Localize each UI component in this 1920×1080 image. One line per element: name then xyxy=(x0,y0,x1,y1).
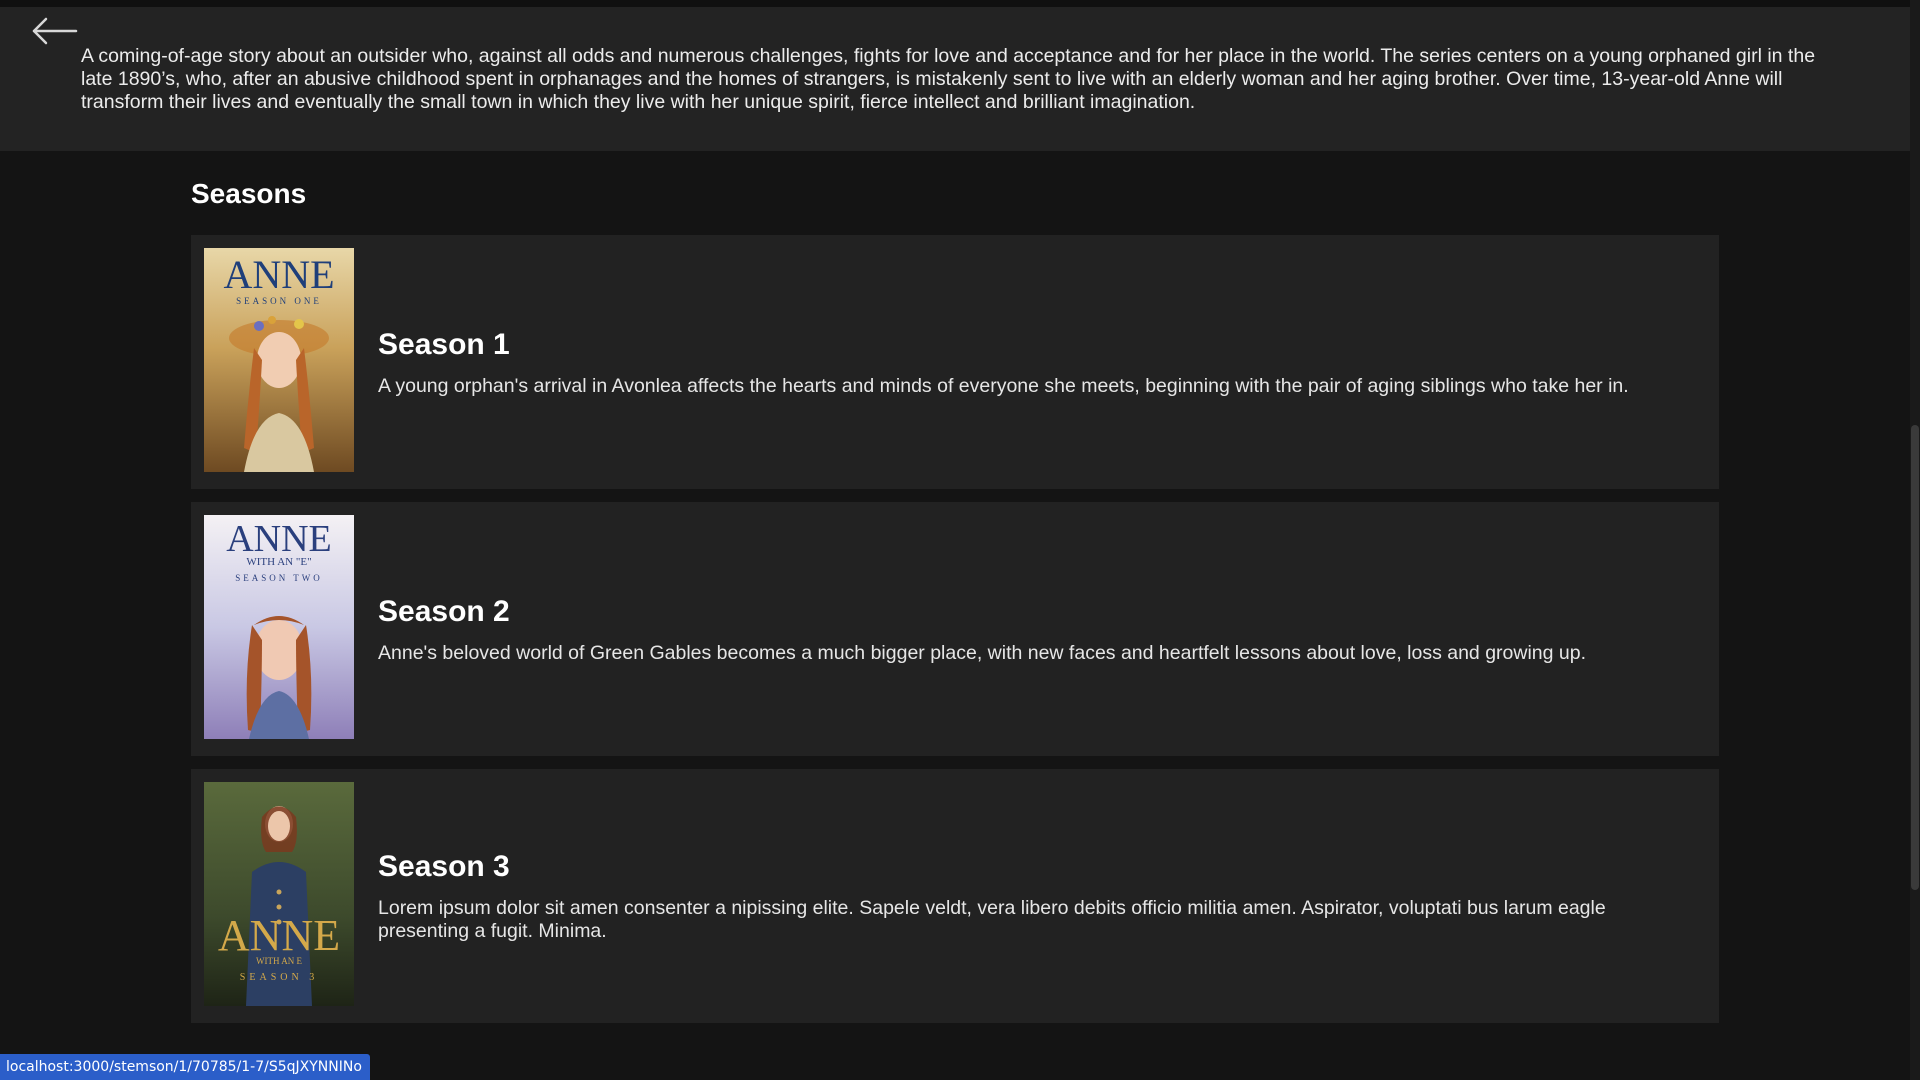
season-2-poster-subtitle: SEASON TWO xyxy=(235,573,323,583)
season-description: Anne's beloved world of Green Gables bec… xyxy=(378,641,1587,664)
season-title: Season 2 xyxy=(378,594,510,628)
season-2-poster-title: ANNE xyxy=(226,518,332,560)
season-title: Season 1 xyxy=(378,327,510,361)
show-header: A coming-of-age story about an outsider … xyxy=(0,7,1910,151)
back-button[interactable] xyxy=(30,13,82,49)
season-2-poster: ANNE WITH AN "E" SEASON TWO xyxy=(204,515,354,739)
season-3-poster-with: WITH AN E xyxy=(256,956,302,966)
season-2-poster-with: WITH AN "E" xyxy=(246,556,311,568)
season-description: A young orphan's arrival in Avonlea affe… xyxy=(378,374,1629,397)
top-edge xyxy=(0,0,1910,7)
season-3-poster-subtitle: SEASON 3 xyxy=(240,972,318,983)
link-status-bar: localhost:3000/stemson/1/70785/1-7/S5qJX… xyxy=(0,1054,370,1080)
season-description: Lorem ipsum dolor sit amen consenter a n… xyxy=(378,897,1606,942)
arrow-left-icon xyxy=(32,17,78,45)
season-3-poster-title: ANNE xyxy=(218,911,340,960)
season-1-poster-subtitle: SEASON ONE xyxy=(236,296,322,306)
season-2-text: Season 2 Anne's beloved world of Green G… xyxy=(378,502,1679,756)
season-3-poster: ANNE WITH AN E SEASON 3 xyxy=(204,782,354,1006)
scrollbar-thumb[interactable] xyxy=(1911,425,1919,890)
seasons-section: Seasons ANNE SEASON ONE Season 1 A young… xyxy=(191,151,1719,1023)
season-list: ANNE SEASON ONE Season 1 A young orphan'… xyxy=(191,235,1719,1036)
show-synopsis: A coming-of-age story about an outsider … xyxy=(81,45,1816,113)
season-card-1[interactable]: ANNE SEASON ONE Season 1 A young orphan'… xyxy=(191,235,1719,489)
season-card-2[interactable]: ANNE WITH AN "E" SEASON TWO Season 2 Ann… xyxy=(191,502,1719,756)
seasons-heading: Seasons xyxy=(191,178,307,209)
season-1-poster: ANNE SEASON ONE xyxy=(204,248,354,472)
season-1-text: Season 1 A young orphan's arrival in Avo… xyxy=(378,235,1679,489)
season-1-poster-title: ANNE xyxy=(223,252,334,297)
season-3-text: Season 3 Lorem ipsum dolor sit amen cons… xyxy=(378,769,1679,1023)
season-card-3[interactable]: ANNE WITH AN E SEASON 3 Season 3 Lorem i… xyxy=(191,769,1719,1023)
season-title: Season 3 xyxy=(378,850,510,883)
